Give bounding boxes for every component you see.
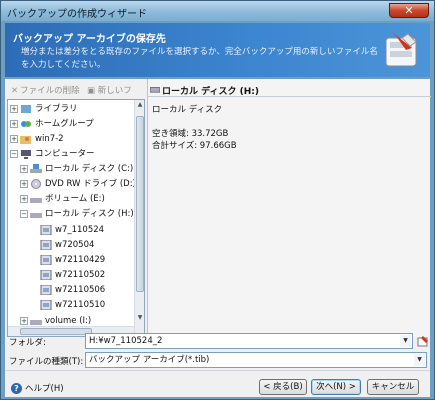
user-folder-icon xyxy=(20,135,31,144)
header-description: 増分または差分をとる既存のファイルを選択するか、完全バックアップ用の新しいファイ… xyxy=(21,47,378,70)
drive-info-panel: ローカル ディスク (H:) ローカル ディスク 空き領域: 33.72GB 合… xyxy=(147,79,431,337)
close-button[interactable]: ✕ xyxy=(389,3,429,18)
homegroup-icon xyxy=(21,120,31,127)
tree-item-homegroup[interactable]: + ホームグループ xyxy=(10,117,94,131)
window-title: バックアップの作成ウィザード xyxy=(7,9,147,20)
tree-item-drive-e[interactable]: + ボリューム (E:) xyxy=(20,192,105,206)
wizard-header: バックアップ アーカイブの保存先 増分または差分をとる既存のファイルを選択するか… xyxy=(5,23,430,77)
drive-icon xyxy=(150,87,160,93)
tree-item-archive[interactable]: w72110510 xyxy=(40,298,105,312)
tree-item-archive[interactable]: w72110429 xyxy=(40,253,105,267)
expand-icon[interactable]: + xyxy=(20,194,28,203)
browse-folder-icon[interactable] xyxy=(417,335,429,347)
wizard-window: バックアップの作成ウィザード ✕ バックアップ アーカイブの保存先 増分または差… xyxy=(0,0,435,400)
tree-item-archive[interactable]: w720504 xyxy=(40,238,94,252)
delete-file-button[interactable]: ✕ ファイルの削除 xyxy=(11,84,80,96)
tree-item-archive[interactable]: w72110506 xyxy=(40,283,105,297)
help-icon: ? xyxy=(11,383,22,394)
drive-icon xyxy=(30,212,42,218)
expand-icon[interactable]: + xyxy=(20,164,28,173)
scroll-up-icon[interactable]: ▲ xyxy=(135,101,145,111)
content-area: ✕ ファイルの削除 ▣ 新しいフ + ライブラリ + ホームグループ + win7-2 … xyxy=(5,79,431,397)
chevron-down-icon[interactable]: ▼ xyxy=(400,335,411,347)
expand-icon[interactable]: + xyxy=(10,134,18,143)
tree-item-archive[interactable]: w72110502 xyxy=(40,268,105,282)
drive-icon xyxy=(30,319,42,325)
computer-icon xyxy=(21,149,31,159)
folder-tree[interactable]: + ライブラリ + ホームグループ + win7-2 − コンピューター + ローカル デ… xyxy=(7,99,145,337)
tree-toolbar: ✕ ファイルの削除 ▣ 新しいフ xyxy=(7,83,141,99)
archive-icon xyxy=(40,299,52,310)
info-drive-type: ローカル ディスク xyxy=(152,105,223,115)
next-button[interactable]: 次へ(N) > xyxy=(311,379,361,395)
title-bar: バックアップの作成ウィザード ✕ xyxy=(1,1,434,21)
tree-item-drive-c[interactable]: + ローカル ディスク (C:) xyxy=(20,162,133,176)
filetype-label: ファイルの種類(T): xyxy=(9,357,84,367)
expand-icon[interactable]: + xyxy=(10,119,18,128)
tree-item-library[interactable]: + ライブラリ xyxy=(10,102,78,116)
archive-icon xyxy=(40,284,52,295)
info-drive-name: ローカル ディスク (H:) xyxy=(162,87,259,97)
info-total-size: 合計サイズ: 97.66GB xyxy=(152,141,237,151)
collapse-icon[interactable]: − xyxy=(20,209,28,218)
divider xyxy=(5,370,430,371)
collapse-icon[interactable]: − xyxy=(10,149,18,158)
info-header: ローカル ディスク (H:) xyxy=(148,81,431,97)
folder-label: フォルダ: xyxy=(9,338,46,348)
info-free-space: 空き領域: 33.72GB xyxy=(152,129,229,139)
folder-path-input[interactable]: H:¥w7_110524_2 ▼ xyxy=(85,333,413,349)
tree-item-drive-h[interactable]: − ローカル ディスク (H:) xyxy=(20,207,134,221)
new-folder-button[interactable]: ▣ 新しいフ xyxy=(87,84,132,96)
archive-icon xyxy=(40,224,52,235)
system-drive-icon xyxy=(30,163,42,173)
filetype-select[interactable]: バックアップ アーカイブ(*.tib) ▼ xyxy=(85,352,427,368)
cancel-button[interactable]: キャンセル xyxy=(367,379,419,395)
tree-vertical-scrollbar[interactable]: ▲ ▼ xyxy=(134,100,144,336)
backup-logo-icon xyxy=(385,32,417,67)
archive-icon xyxy=(40,254,52,265)
back-button[interactable]: < 戻る(B) xyxy=(259,379,307,395)
new-folder-icon: ▣ xyxy=(87,86,96,96)
filetype-row: ファイルの種類(T): バックアップ アーカイブ(*.tib) ▼ xyxy=(9,352,429,368)
drive-icon xyxy=(30,197,42,203)
tree-item-user[interactable]: + win7-2 xyxy=(10,132,64,146)
chevron-down-icon[interactable]: ▼ xyxy=(414,354,425,366)
expand-icon[interactable]: + xyxy=(10,104,18,113)
dvd-drive-icon xyxy=(31,178,41,189)
folder-row: フォルダ: H:¥w7_110524_2 ▼ xyxy=(9,333,429,349)
library-icon xyxy=(21,104,31,113)
expand-icon[interactable]: + xyxy=(20,316,28,325)
help-button[interactable]: ? ヘルプ(H) xyxy=(11,382,64,394)
scroll-thumb[interactable] xyxy=(136,116,144,292)
scroll-down-icon[interactable]: ▼ xyxy=(135,314,145,324)
tree-item-archive[interactable]: w7_110524 xyxy=(40,223,104,237)
tree-item-drive-d[interactable]: + DVD RW ドライブ (D:) xyxy=(20,177,136,191)
tree-item-computer[interactable]: − コンピューター xyxy=(10,147,95,161)
delete-icon: ✕ xyxy=(11,86,19,96)
expand-icon[interactable]: + xyxy=(20,179,28,188)
archive-icon xyxy=(40,269,52,280)
header-title: バックアップ アーカイブの保存先 xyxy=(13,34,166,45)
archive-icon xyxy=(40,239,52,250)
